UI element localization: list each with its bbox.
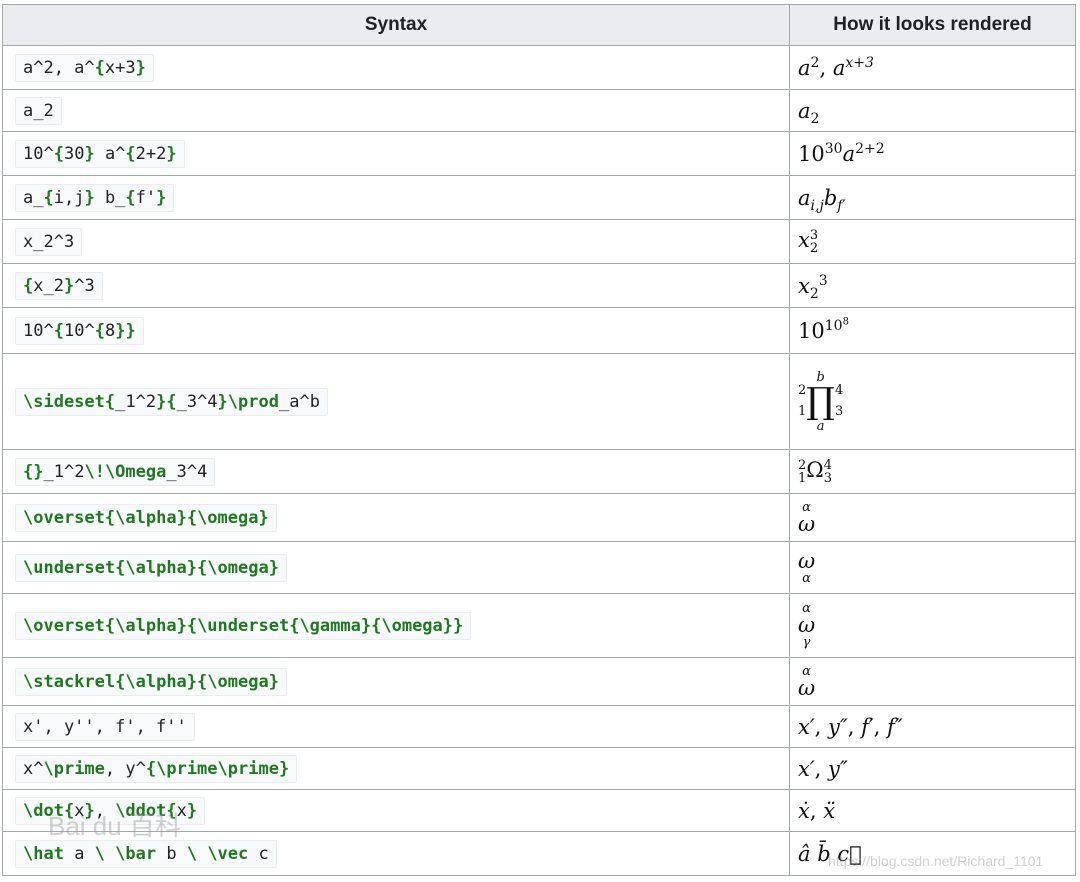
rendered-cell: 10108: [789, 307, 1076, 354]
table-row: \hat a \ \bar b \ \vec c â b̄ c⃗: [2, 831, 1076, 876]
syntax-code: x_2^3: [15, 227, 83, 256]
syntax-cell: 10^{10^{8}}: [2, 307, 790, 354]
table-row: 10^{10^{8}} 10108: [2, 307, 1076, 354]
table-row: \dot{x}, \ddot{x} ẋ, ẍ: [2, 789, 1076, 832]
syntax-cell: a_2: [2, 89, 790, 132]
syntax-code: {x_2}^3: [15, 271, 103, 300]
table-row: \sideset{_1^2}{_3^4}\prod_a^b 2 1 b ∏ a 4 3: [2, 353, 1076, 450]
syntax-code: a^2, a^{x+3}: [15, 53, 154, 82]
syntax-cell: \hat a \ \bar b \ \vec c: [2, 831, 790, 876]
table-row: {x_2}^3 x23: [2, 263, 1076, 308]
rendered-cell: αωγ: [789, 593, 1076, 658]
rendered-cell: ai,jbf′: [789, 175, 1076, 220]
rendered-cell: ẋ, ẍ: [789, 789, 1076, 832]
syntax-cell: 10^{30} a^{2+2}: [2, 131, 790, 176]
syntax-code: a_{i,j} b_{f'}: [15, 183, 175, 212]
table-row: a_2 a2: [2, 89, 1076, 132]
rendered-cell: a2, ax+3: [789, 45, 1076, 90]
syntax-cell: a^2, a^{x+3}: [2, 45, 790, 90]
rendered-cell: x32: [789, 219, 1076, 264]
table-row: x', y'', f', f'' x′, y″, f′, f″: [2, 705, 1076, 748]
syntax-code: 10^{30} a^{2+2}: [15, 139, 185, 168]
table-row: \stackrel{\alpha}{\omega} αω: [2, 657, 1076, 706]
syntax-code: \hat a \ \bar b \ \vec c: [15, 839, 277, 868]
syntax-code: \underset{\alpha}{\omega}: [15, 553, 287, 582]
syntax-cell: x^\prime, y^{\prime\prime}: [2, 747, 790, 790]
syntax-code: \overset{\alpha}{\omega}: [15, 503, 277, 532]
rendered-cell: ωα: [789, 541, 1076, 594]
syntax-code: a_2: [15, 96, 62, 125]
syntax-cell: {}_1^2\!\Omega_3^4: [2, 449, 790, 494]
syntax-cell: a_{i,j} b_{f'}: [2, 175, 790, 220]
rendered-cell: x′, y″, f′, f″: [789, 705, 1076, 748]
syntax-code: \overset{\alpha}{\underset{\gamma}{\omeg…: [15, 611, 472, 640]
table-row: x^\prime, y^{\prime\prime} x′, y″: [2, 747, 1076, 790]
rendered-cell: â b̄ c⃗: [789, 831, 1076, 876]
syntax-table: Syntax How it looks rendered a^2, a^{x+3…: [2, 4, 1076, 876]
syntax-code: x^\prime, y^{\prime\prime}: [15, 754, 298, 783]
syntax-code: x', y'', f', f'': [15, 712, 195, 741]
rendered-cell: 2 1 b ∏ a 4 3: [789, 353, 1076, 450]
rendered-header: How it looks rendered: [789, 4, 1076, 46]
syntax-cell: \overset{\alpha}{\underset{\gamma}{\omeg…: [2, 593, 790, 658]
header-row: Syntax How it looks rendered: [2, 4, 1076, 46]
syntax-code: \dot{x}, \ddot{x}: [15, 796, 206, 825]
table-row: {}_1^2\!\Omega_3^4 21Ω43: [2, 449, 1076, 494]
rendered-cell: 21Ω43: [789, 449, 1076, 494]
syntax-code: {}_1^2\!\Omega_3^4: [15, 457, 216, 486]
rendered-cell: αω: [789, 657, 1076, 706]
syntax-cell: x', y'', f', f'': [2, 705, 790, 748]
rendered-cell: x′, y″: [789, 747, 1076, 790]
syntax-code: 10^{10^{8}}: [15, 316, 144, 345]
table-row: \overset{\alpha}{\underset{\gamma}{\omeg…: [2, 593, 1076, 658]
syntax-cell: x_2^3: [2, 219, 790, 264]
syntax-cell: {x_2}^3: [2, 263, 790, 308]
syntax-cell: \dot{x}, \ddot{x}: [2, 789, 790, 832]
table-row: a_{i,j} b_{f'} ai,jbf′: [2, 175, 1076, 220]
table-row: \overset{\alpha}{\omega} αω: [2, 493, 1076, 542]
syntax-code: \sideset{_1^2}{_3^4}\prod_a^b: [15, 387, 328, 416]
syntax-cell: \stackrel{\alpha}{\omega}: [2, 657, 790, 706]
syntax-header: Syntax: [2, 4, 790, 46]
rendered-cell: αω: [789, 493, 1076, 542]
rendered-cell: x23: [789, 263, 1076, 308]
table-row: \underset{\alpha}{\omega} ωα: [2, 541, 1076, 594]
table-row: 10^{30} a^{2+2} 1030a2+2: [2, 131, 1076, 176]
syntax-cell: \sideset{_1^2}{_3^4}\prod_a^b: [2, 353, 790, 450]
syntax-code: \stackrel{\alpha}{\omega}: [15, 667, 287, 696]
syntax-cell: \overset{\alpha}{\omega}: [2, 493, 790, 542]
rendered-cell: a2: [789, 89, 1076, 132]
syntax-cell: \underset{\alpha}{\omega}: [2, 541, 790, 594]
table-row: a^2, a^{x+3} a2, ax+3: [2, 45, 1076, 90]
table-row: x_2^3 x32: [2, 219, 1076, 264]
rendered-cell: 1030a2+2: [789, 131, 1076, 176]
